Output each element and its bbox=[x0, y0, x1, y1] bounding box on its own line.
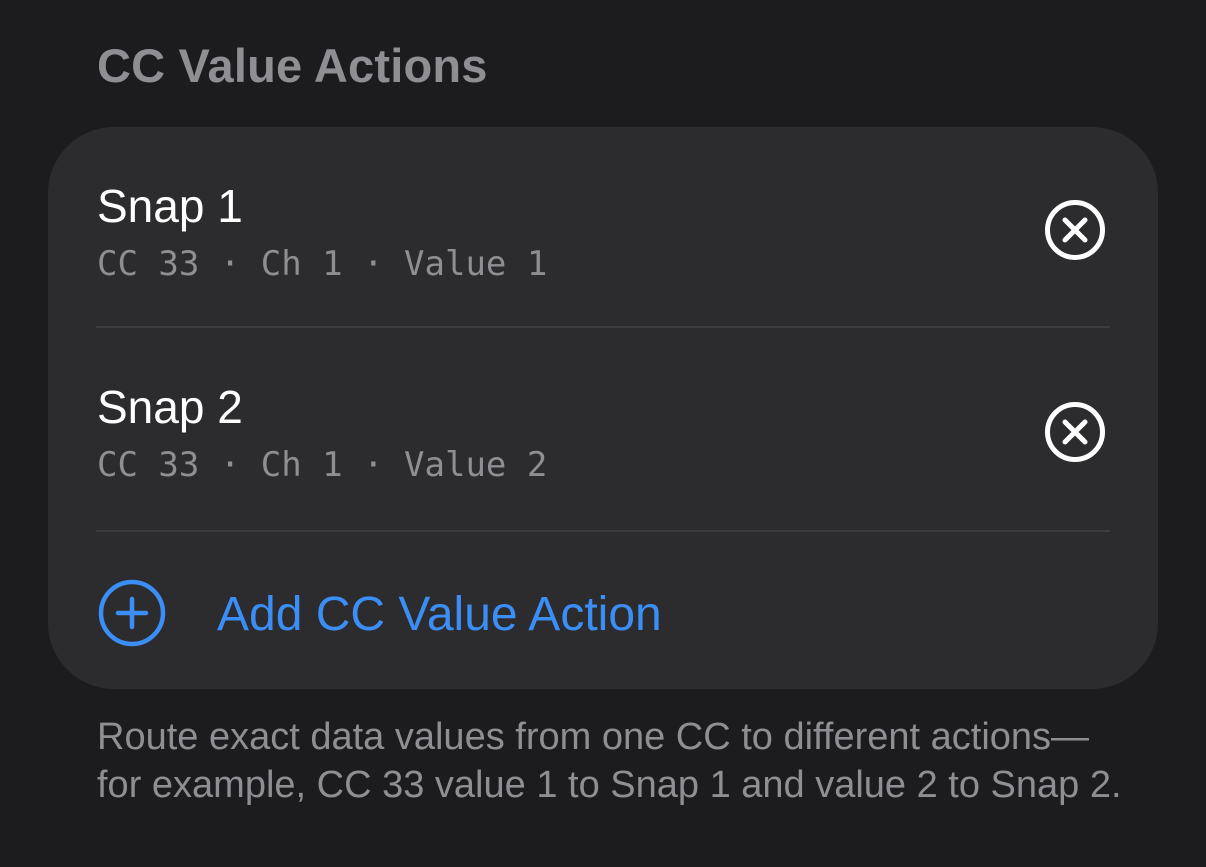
plus-circle-icon bbox=[98, 579, 166, 647]
remove-action-button[interactable] bbox=[1044, 401, 1106, 463]
remove-action-button[interactable] bbox=[1044, 199, 1106, 261]
xmark-circle-icon bbox=[1045, 200, 1105, 260]
action-title: Snap 1 bbox=[97, 180, 243, 232]
section-header: CC Value Actions bbox=[97, 39, 488, 92]
row-divider bbox=[96, 530, 1110, 532]
xmark-circle-icon bbox=[1045, 402, 1105, 462]
add-action-label: Add CC Value Action bbox=[217, 588, 662, 641]
add-cc-value-action-button[interactable]: Add CC Value Action bbox=[48, 559, 1158, 669]
action-subtitle: CC 33 · Ch 1 · Value 2 bbox=[97, 445, 548, 485]
cc-value-actions-list: Snap 1 CC 33 · Ch 1 · Value 1 Snap 2 CC … bbox=[48, 127, 1158, 689]
list-item-snap-1[interactable]: Snap 1 CC 33 · Ch 1 · Value 1 bbox=[48, 127, 1158, 327]
section-footer: Route exact data values from one CC to d… bbox=[97, 716, 1122, 806]
list-item-snap-2[interactable]: Snap 2 CC 33 · Ch 1 · Value 2 bbox=[48, 329, 1158, 529]
row-divider bbox=[96, 326, 1110, 328]
action-subtitle: CC 33 · Ch 1 · Value 1 bbox=[97, 244, 548, 284]
action-title: Snap 2 bbox=[97, 381, 243, 433]
